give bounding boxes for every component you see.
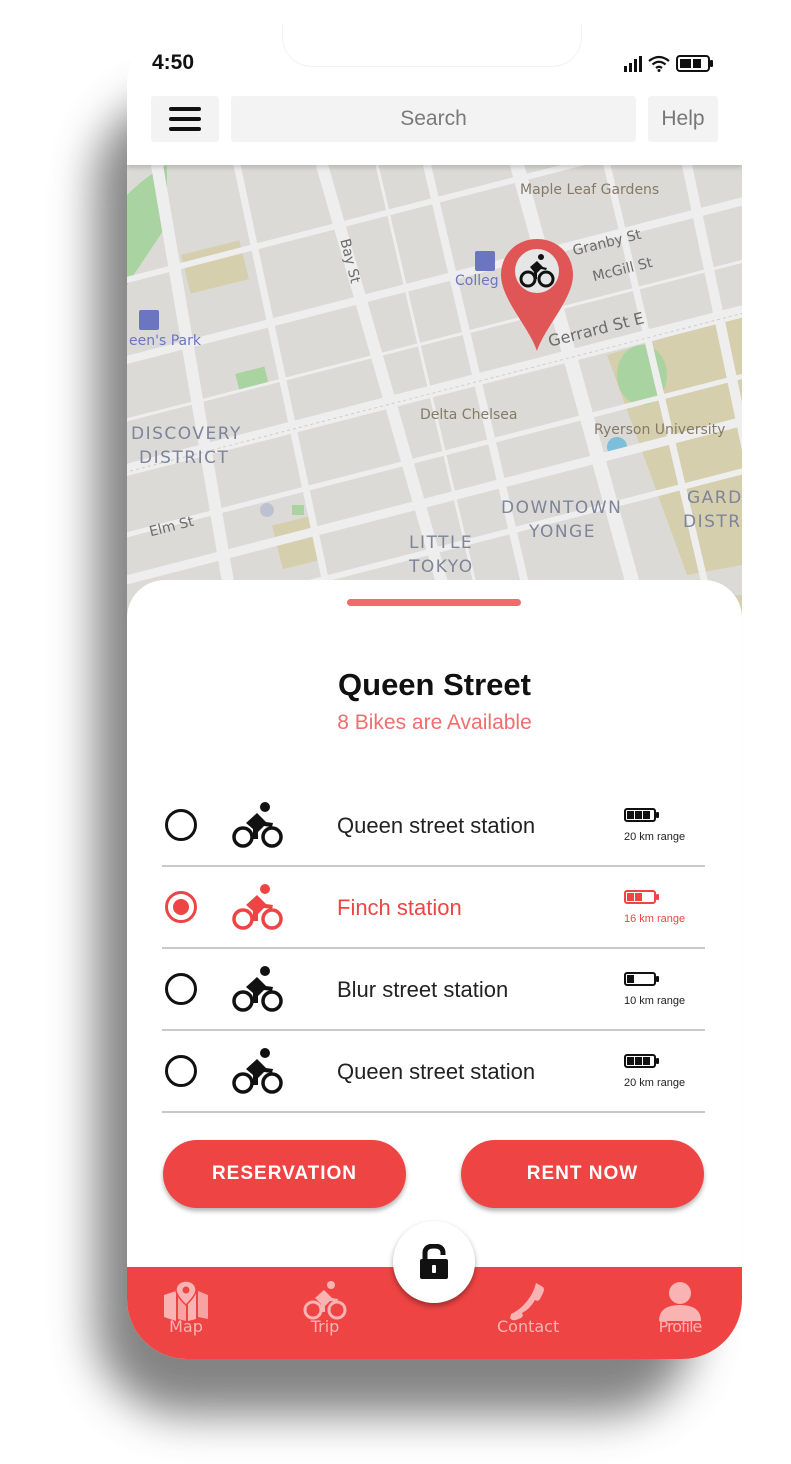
station-name: Queen street station [337, 1059, 536, 1084]
nav-item-contact[interactable]: Contact [497, 1281, 559, 1335]
station-title: Queen Street [338, 667, 531, 702]
battery-range: 20 km range [624, 1054, 696, 1089]
unlock-icon [420, 1244, 448, 1279]
battery-level-icon [624, 890, 662, 909]
bike-icon [231, 1047, 285, 1095]
station-bottom-sheet: Queen Street 8 Bikes are Available Queen… [127, 580, 742, 1280]
hamburger-menu-icon [169, 107, 201, 111]
nav-label-profile: Profile [658, 1317, 703, 1336]
map-view[interactable]: Maple Leaf Gardens Granby St McGill St G… [127, 165, 742, 635]
map-label-downtown: DOWNTOWN [501, 498, 623, 518]
bike-icon [231, 883, 285, 931]
battery-range: 20 km range [624, 808, 696, 843]
bike-list-item[interactable]: Finch station 16 km range [162, 867, 705, 949]
bike-icon [231, 965, 285, 1013]
bike-list: Queen street station 20 km range Finch s… [162, 785, 705, 1143]
map-label-ryerson-university: Ryerson University [594, 422, 726, 438]
bike-list-overflow [162, 1113, 705, 1143]
map-label-maple-leaf-gardens: Maple Leaf Gardens [520, 182, 660, 198]
nav-item-profile[interactable]: Profile [657, 1281, 703, 1335]
help-button[interactable]: Help [648, 96, 718, 142]
map-label-district: DISTRICT [139, 448, 230, 468]
radio-button[interactable] [165, 1055, 197, 1087]
phone-frame: Maple Leaf Gardens Granby St McGill St G… [127, 25, 742, 1359]
bike-location-pin-icon[interactable] [499, 237, 575, 353]
sheet-drag-handle[interactable] [347, 599, 521, 606]
unlock-fab-button[interactable] [393, 1221, 475, 1303]
map-label-little: LITTLE [409, 533, 474, 553]
radio-button[interactable] [165, 891, 197, 923]
bike-list-item[interactable]: Queen street station 20 km range [162, 1031, 705, 1113]
nav-label-contact: Contact [497, 1317, 560, 1336]
bike-list-item[interactable]: Queen street station 20 km range [162, 785, 705, 867]
nav-label-map: Map [169, 1317, 203, 1336]
battery-level-icon [624, 808, 662, 827]
bikes-available-text: 8 Bikes are Available [337, 711, 532, 734]
menu-button[interactable] [151, 96, 219, 142]
map-label-garden: GARD [687, 488, 742, 508]
map-label-tokyo: TOKYO [409, 557, 474, 577]
nav-label-trip: Trip [310, 1317, 340, 1336]
bike-icon [231, 801, 285, 849]
radio-button[interactable] [165, 973, 197, 1005]
battery-range: 16 km range [624, 890, 696, 925]
search-input[interactable] [231, 96, 636, 142]
bike-icon [303, 1281, 347, 1320]
map-label-queens-park: een's Park [129, 333, 201, 349]
station-name: Blur street station [337, 977, 509, 1002]
map-label-yonge: YONGE [529, 522, 596, 542]
nav-item-trip[interactable]: Trip [302, 1281, 348, 1335]
reservation-button[interactable]: RESERVATION [163, 1140, 406, 1208]
top-bar: Help [127, 69, 742, 165]
battery-level-icon [624, 972, 662, 991]
range-label: 10 km range [624, 995, 686, 1007]
battery-level-icon [624, 1054, 662, 1073]
user-icon [659, 1282, 701, 1321]
range-label: 16 km range [624, 913, 686, 925]
station-name: Queen street station [337, 813, 536, 838]
map-label-garden-district: DISTR [683, 512, 742, 532]
bike-list-item[interactable]: Blur street station 10 km range [162, 949, 705, 1031]
station-name: Finch station [337, 895, 462, 920]
range-label: 20 km range [624, 1077, 686, 1089]
rent-now-button[interactable]: RENT NOW [461, 1140, 704, 1208]
nav-item-map[interactable]: Map [162, 1281, 210, 1335]
map-label-delta-chelsea: Delta Chelsea [420, 407, 518, 423]
map-label-discovery: DISCOVERY [131, 424, 242, 444]
map-icon [164, 1281, 208, 1321]
phone-icon [510, 1283, 545, 1321]
range-label: 20 km range [624, 831, 686, 843]
battery-range: 10 km range [624, 972, 696, 1007]
map-label-college: Colleg [455, 273, 499, 289]
radio-button[interactable] [165, 809, 197, 841]
